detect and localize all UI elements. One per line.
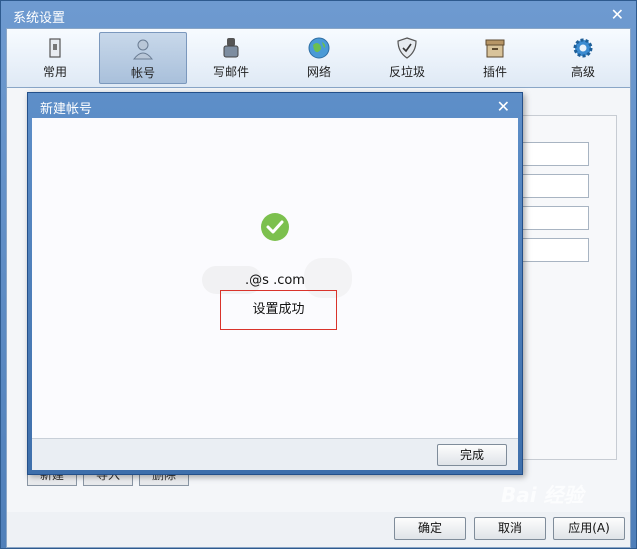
account-icon — [132, 39, 154, 60]
tab-network-label: 网络 — [306, 65, 331, 79]
tab-general[interactable]: 常用 — [11, 32, 99, 84]
account-field[interactable] — [522, 142, 589, 166]
tab-account-label: 帐号 — [130, 66, 155, 80]
tab-antispam[interactable]: 反垃圾 — [363, 32, 451, 84]
tab-advanced[interactable]: 高级 — [539, 32, 627, 84]
dialog-footer: 完成 — [32, 438, 518, 470]
apply-button[interactable]: 应用(A) — [553, 517, 625, 540]
ok-button[interactable]: 确定 — [394, 517, 466, 540]
antispam-icon — [397, 37, 417, 59]
general-icon — [49, 38, 61, 58]
dialog-body: .@s .com 设置成功 — [32, 118, 518, 438]
tab-plugin[interactable]: 插件 — [451, 32, 539, 84]
window-close-icon[interactable]: ✕ — [611, 5, 624, 24]
tab-advanced-label: 高级 — [570, 65, 595, 79]
tab-account[interactable]: 帐号 — [99, 32, 187, 84]
account-field[interactable] — [522, 174, 589, 198]
account-details-group — [522, 115, 617, 460]
dialog-close-icon[interactable]: ✕ — [497, 97, 510, 116]
settings-window: 系统设置 ✕ 常用 帐号 写邮件 网络 反垃圾 插件 高级 新建 导入 删除 确… — [0, 0, 637, 549]
tab-plugin-label: 插件 — [482, 65, 507, 79]
dialog-title: 新建帐号 — [40, 102, 93, 117]
baidu-watermark: Bai 经验 — [501, 483, 584, 507]
settings-toolbar: 常用 帐号 写邮件 网络 反垃圾 插件 高级 — [6, 28, 631, 88]
window-title: 系统设置 — [13, 11, 66, 26]
done-button[interactable]: 完成 — [437, 444, 507, 466]
network-icon — [308, 37, 330, 59]
new-account-dialog: 新建帐号 ✕ .@s .com 设置成功 完成 — [27, 92, 523, 475]
tab-compose-label: 写邮件 — [212, 65, 249, 79]
bottom-bar: 确定 取消 应用(A) — [6, 512, 631, 548]
success-highlight-box: 设置成功 — [220, 290, 337, 330]
account-email: .@s .com — [245, 273, 305, 288]
account-field[interactable] — [522, 206, 589, 230]
success-message: 设置成功 — [252, 302, 305, 317]
compose-icon — [223, 38, 239, 58]
plugin-icon — [485, 39, 505, 58]
account-field[interactable] — [522, 238, 589, 262]
tab-network[interactable]: 网络 — [275, 32, 363, 84]
cancel-button[interactable]: 取消 — [474, 517, 546, 540]
advanced-icon — [573, 38, 593, 58]
tab-antispam-label: 反垃圾 — [388, 65, 425, 79]
tab-compose[interactable]: 写邮件 — [187, 32, 275, 84]
tab-general-label: 常用 — [42, 65, 67, 79]
success-check-icon — [261, 213, 289, 241]
